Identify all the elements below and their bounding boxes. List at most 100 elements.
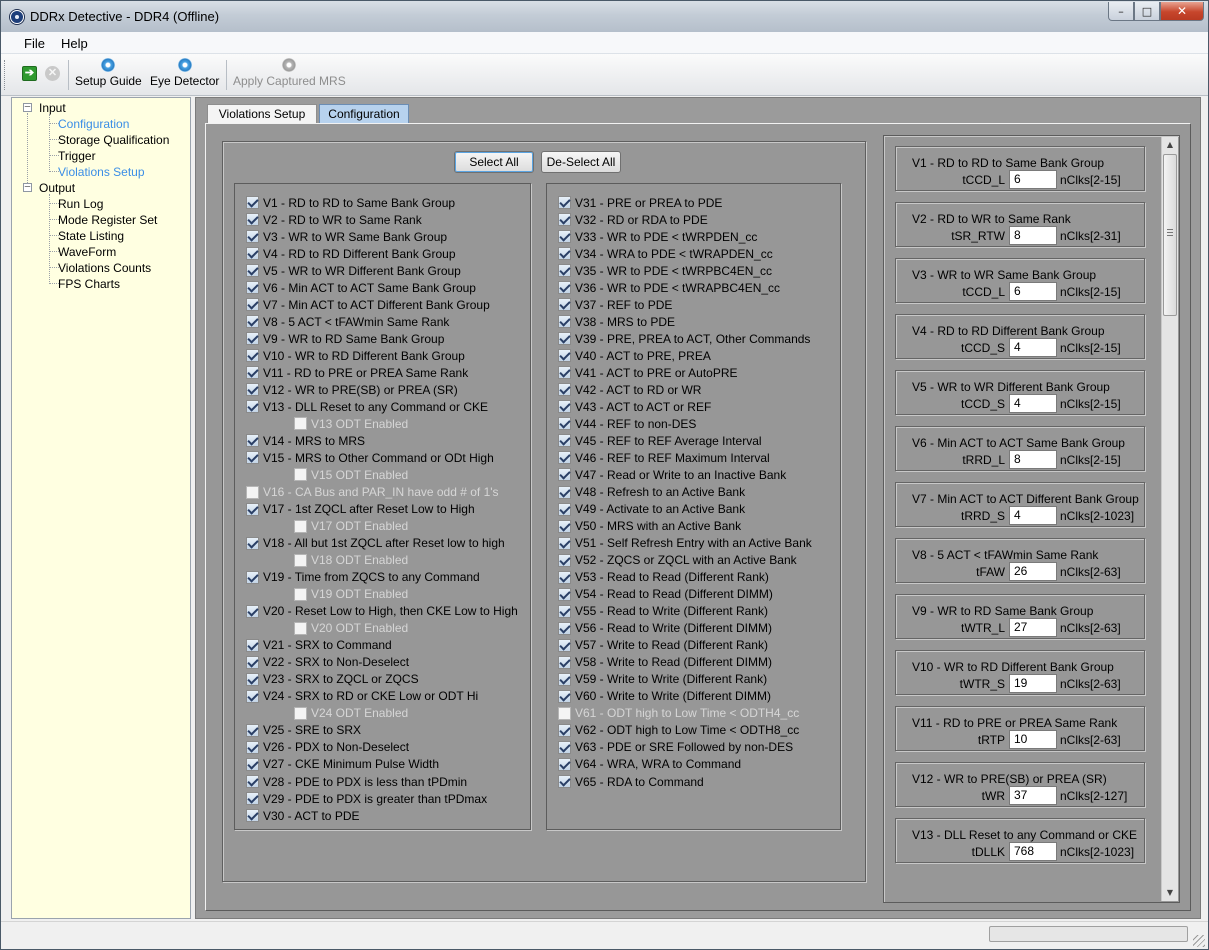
checkbox[interactable] [558,434,571,448]
violation-checkbox-row[interactable]: V43 - ACT to ACT or REF [558,398,711,415]
checkbox[interactable] [558,621,571,635]
violation-checkbox-row[interactable]: V7 - Min ACT to ACT Different Bank Group [246,296,490,313]
violation-checkbox-row[interactable]: V19 - Time from ZQCS to any Command [246,569,480,586]
checkbox[interactable] [558,332,571,346]
checkbox[interactable] [246,638,259,652]
violation-checkbox-row[interactable]: V64 - WRA, WRA to Command [558,756,741,773]
menu-help[interactable]: Help [61,36,88,51]
close-button[interactable]: ✕ [1160,2,1204,21]
violation-checkbox-row[interactable]: V42 - ACT to RD or WR [558,381,701,398]
tree-item-run-log[interactable]: Run Log [58,197,103,211]
violation-checkbox-row[interactable]: V60 - Write to Write (Different DIMM) [558,688,771,705]
checkbox[interactable] [246,757,259,771]
checkbox[interactable] [558,502,571,516]
checkbox[interactable] [246,298,259,312]
checkbox[interactable] [558,553,571,567]
checkbox[interactable] [558,485,571,499]
checkbox[interactable] [246,672,259,686]
violation-checkbox-row[interactable]: V32 - RD or RDA to PDE [558,211,708,228]
violation-checkbox-row[interactable]: V58 - Write to Read (Different DIMM) [558,654,772,671]
checkbox[interactable] [558,672,571,686]
violation-checkbox-row[interactable]: V2 - RD to WR to Same Rank [246,211,422,228]
checkbox[interactable] [294,621,307,635]
tab-configuration[interactable]: Configuration [319,104,409,124]
scrollbar-thumb[interactable] [1163,154,1177,316]
checkbox[interactable] [246,604,259,618]
maximize-button[interactable]: □ [1134,2,1160,21]
violation-checkbox-row[interactable]: V29 - PDE to PDX is greater than tPDmax [246,790,487,807]
violation-checkbox-row[interactable]: V4 - RD to RD Different Bank Group [246,245,456,262]
violation-checkbox-row[interactable]: V63 - PDE or SRE Followed by non-DES [558,739,793,756]
checkbox[interactable] [558,247,571,261]
violation-checkbox-row[interactable]: V41 - ACT to PRE or AutoPRE [558,364,738,381]
checkbox[interactable] [558,587,571,601]
checkbox[interactable] [246,434,259,448]
violation-checkbox-row[interactable]: V52 - ZQCS or ZQCL with an Active Bank [558,552,797,569]
tree-item-configuration[interactable]: Configuration [58,117,129,131]
tree-item-storage-qualification[interactable]: Storage Qualification [58,133,169,147]
violation-checkbox-row[interactable]: V51 - Self Refresh Entry with an Active … [558,535,812,552]
violation-checkbox-row[interactable]: V9 - WR to RD Same Bank Group [246,330,444,347]
violation-checkbox-row[interactable]: V37 - REF to PDE [558,296,672,313]
checkbox[interactable] [294,706,307,720]
checkbox[interactable] [558,349,571,363]
checkbox[interactable] [294,553,307,567]
violation-checkbox-row[interactable]: V24 - SRX to RD or CKE Low or ODT Hi [246,688,478,705]
violation-checkbox-row[interactable]: V18 ODT Enabled [294,552,408,569]
parameter-value-input[interactable]: 19 [1009,674,1057,693]
eye-detector-button[interactable]: Eye Detector [150,58,219,88]
parameter-value-input[interactable]: 6 [1009,170,1057,189]
violation-checkbox-row[interactable]: V46 - REF to REF Maximum Interval [558,449,770,466]
checkbox[interactable] [558,536,571,550]
checkbox[interactable] [558,298,571,312]
violation-checkbox-row[interactable]: V33 - WR to PDE < tWRPDEN_cc [558,228,757,245]
checkbox[interactable] [246,723,259,737]
tree-item-mode-register-set[interactable]: Mode Register Set [58,213,157,227]
checkbox[interactable] [558,723,571,737]
violation-checkbox-row[interactable]: V38 - MRS to PDE [558,313,675,330]
checkbox[interactable] [558,451,571,465]
violation-checkbox-row[interactable]: V5 - WR to WR Different Bank Group [246,262,461,279]
parameter-value-input[interactable]: 10 [1009,730,1057,749]
violation-checkbox-row[interactable]: V23 - SRX to ZQCL or ZQCS [246,671,419,688]
parameter-value-input[interactable]: 8 [1009,226,1057,245]
minimize-button[interactable]: – [1108,2,1134,21]
violation-checkbox-row[interactable]: V11 - RD to PRE or PREA Same Rank [246,364,468,381]
violation-checkbox-row[interactable]: V53 - Read to Read (Different Rank) [558,569,769,586]
checkbox[interactable] [558,740,571,754]
tree-node-input[interactable]: Input [39,101,66,115]
checkbox[interactable] [558,400,571,414]
violation-checkbox-row[interactable]: V59 - Write to Write (Different Rank) [558,671,767,688]
violation-checkbox-row[interactable]: V49 - Activate to an Active Bank [558,501,745,518]
tree-item-violations-setup[interactable]: Violations Setup [58,165,145,179]
checkbox[interactable] [558,230,571,244]
violation-checkbox-row[interactable]: V47 - Read or Write to an Inactive Bank [558,466,786,483]
checkbox[interactable] [246,332,259,346]
violation-checkbox-row[interactable]: V61 - ODT high to Low Time < ODTH4_cc [558,705,799,722]
checkbox[interactable] [558,315,571,329]
checkbox[interactable] [558,775,571,789]
violation-checkbox-row[interactable]: V13 ODT Enabled [294,415,408,432]
violation-checkbox-row[interactable]: V18 - All but 1st ZQCL after Reset low t… [246,535,505,552]
checkbox[interactable] [246,315,259,329]
violation-checkbox-row[interactable]: V17 - 1st ZQCL after Reset Low to High [246,501,475,518]
checkbox[interactable] [246,689,259,703]
violation-checkbox-row[interactable]: V54 - Read to Read (Different DIMM) [558,586,773,603]
checkbox[interactable] [246,349,259,363]
checkbox[interactable] [246,536,259,550]
checkbox[interactable] [294,519,307,533]
tree-item-fps-charts[interactable]: FPS Charts [58,277,120,291]
violation-checkbox-row[interactable]: V10 - WR to RD Different Bank Group [246,347,465,364]
violation-checkbox-row[interactable]: V26 - PDX to Non-Deselect [246,739,409,756]
checkbox[interactable] [558,757,571,771]
select-all-button[interactable]: Select All [454,151,534,173]
violation-checkbox-row[interactable]: V39 - PRE, PREA to ACT, Other Commands [558,330,810,347]
tree-item-trigger[interactable]: Trigger [58,149,96,163]
checkbox[interactable] [558,638,571,652]
tree-item-state-listing[interactable]: State Listing [58,229,124,243]
apply-captured-mrs-button[interactable]: Apply Captured MRS [233,58,346,88]
violation-checkbox-row[interactable]: V50 - MRS with an Active Bank [558,518,741,535]
violation-checkbox-row[interactable]: V44 - REF to non-DES [558,415,696,432]
menu-file[interactable]: File [24,36,45,51]
checkbox[interactable] [246,230,259,244]
